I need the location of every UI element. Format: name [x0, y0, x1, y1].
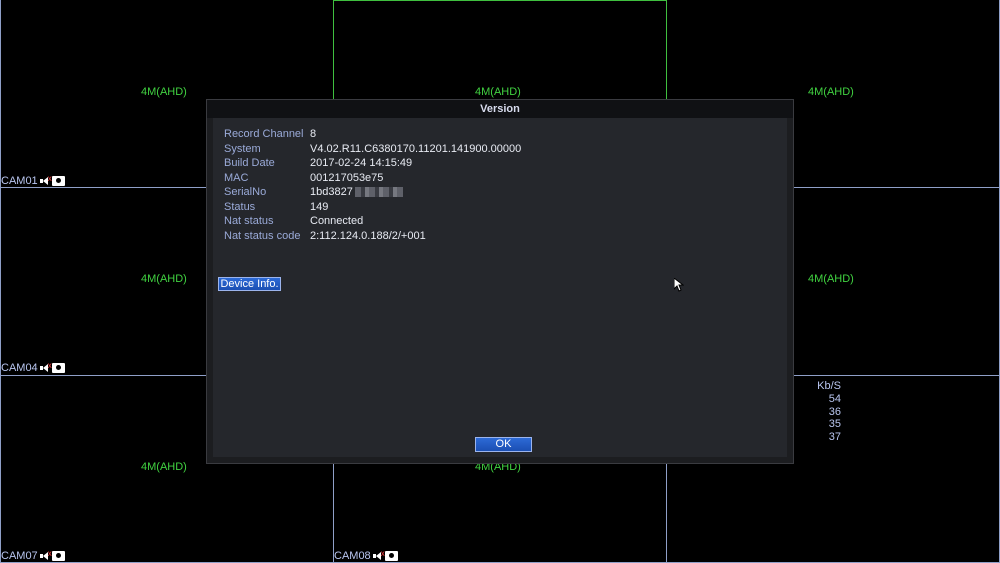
- version-dialog: Version Record Channel 8 System V4.02.R1…: [206, 99, 794, 464]
- info-value: 2017-02-24 14:15:49: [310, 157, 413, 169]
- serial-text: 1bd3827: [310, 186, 353, 198]
- camera-name: CAM01: [1, 175, 38, 187]
- camera-label[interactable]: CAM07 x: [1, 550, 65, 562]
- bitrate-value: 36: [828, 405, 841, 418]
- info-key: Nat status: [224, 215, 274, 227]
- camera-resolution: 4M(AHD): [141, 461, 187, 473]
- camera-label[interactable]: CAM01 x: [1, 175, 65, 187]
- camera-label[interactable]: CAM04 x: [1, 362, 65, 374]
- camera-resolution: 4M(AHD): [141, 86, 187, 98]
- audio-mute-icon: x: [39, 550, 52, 561]
- info-key: Nat status code: [224, 230, 301, 242]
- bitrate-value: 37: [828, 431, 841, 444]
- info-key: SerialNo: [224, 186, 267, 198]
- ok-button[interactable]: OK: [475, 437, 532, 452]
- grid-divider: [0, 0, 1, 563]
- dialog-title: Version: [207, 100, 793, 118]
- info-key: Build Date: [224, 157, 275, 169]
- info-value: 2:112.124.0.188/2/+001: [310, 230, 426, 242]
- info-value: 8: [310, 128, 317, 140]
- camera-icon: [51, 363, 65, 373]
- info-key: Status: [224, 201, 256, 213]
- camera-name: CAM08: [334, 550, 371, 562]
- info-key: Record Channel: [224, 128, 304, 140]
- bitrate-value: 54: [828, 392, 841, 405]
- bitrate-header: Kb/S: [817, 380, 841, 392]
- camera-icon: [51, 551, 65, 561]
- camera-resolution: 4M(AHD): [475, 86, 521, 98]
- grid-divider: [333, 0, 667, 1]
- device-info-button[interactable]: Device Info.: [218, 277, 281, 291]
- camera-icon: [384, 551, 398, 561]
- info-value: 1bd3827: [310, 185, 403, 199]
- redacted-blur: [354, 187, 403, 198]
- info-key: MAC: [224, 172, 249, 184]
- bitrate-value: 35: [828, 418, 841, 431]
- dialog-body: Record Channel 8 System V4.02.R11.C63801…: [213, 118, 787, 457]
- camera-name: CAM04: [1, 362, 38, 374]
- camera-resolution: 4M(AHD): [808, 273, 854, 285]
- audio-mute-icon: x: [39, 362, 52, 373]
- camera-name: CAM07: [1, 550, 38, 562]
- audio-mute-icon: x: [39, 175, 52, 186]
- camera-resolution: 4M(AHD): [808, 86, 854, 98]
- info-value: 001217053e75: [310, 172, 384, 184]
- audio-mute-icon: x: [372, 550, 385, 561]
- info-key: System: [224, 143, 261, 155]
- info-value: Connected: [310, 215, 364, 227]
- bitrate-panel: Kb/S 54 36 35 37: [810, 380, 841, 444]
- info-value: V4.02.R11.C6380170.11201.141900.00000: [310, 143, 522, 155]
- camera-icon: [51, 176, 65, 186]
- info-value: 149: [310, 201, 329, 213]
- camera-label[interactable]: CAM08 x: [334, 550, 398, 562]
- camera-resolution: 4M(AHD): [141, 273, 187, 285]
